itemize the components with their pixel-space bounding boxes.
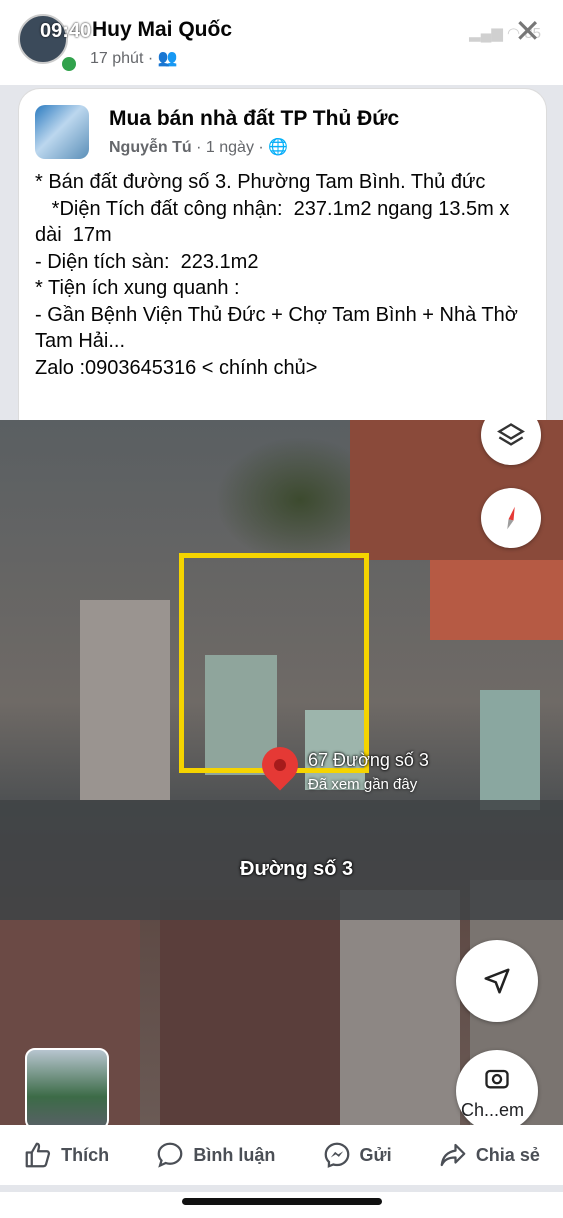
roof-shape xyxy=(160,900,340,1125)
camera-button-label: Ch...em xyxy=(461,1100,525,1120)
street-name-label: Đường số 3 xyxy=(240,858,354,880)
post-action-bar: Thích Bình luận Gửi Chia sẻ xyxy=(0,1125,563,1185)
compass-button[interactable] xyxy=(481,488,541,548)
roof-shape xyxy=(340,890,460,1125)
post-header: 09:40 Huy Mai Quốc 17 phút · 👥 ▂▄▆ ◠ 85 … xyxy=(0,0,563,85)
navigation-arrow-icon xyxy=(484,968,510,994)
dot-separator: · xyxy=(258,139,269,156)
group-avatar[interactable] xyxy=(35,105,89,159)
group-name[interactable]: Mua bán nhà đất TP Thủ Đức xyxy=(109,107,399,131)
status-bar-time: 09:40 xyxy=(40,20,92,42)
my-location-button[interactable] xyxy=(456,940,538,1022)
street-view-thumbnail[interactable] xyxy=(25,1048,109,1125)
shared-author-name[interactable]: Nguyễn Tú xyxy=(109,139,192,156)
author-name[interactable]: Huy Mai Quốc xyxy=(92,18,232,42)
post-meta: 17 phút · 👥 xyxy=(90,48,178,68)
shared-post-meta: Nguyễn Tú · 1 ngày · 🌐 xyxy=(109,137,288,157)
friends-audience-icon: 👥 xyxy=(157,50,178,67)
location-pin-center xyxy=(274,759,286,771)
land-plot-outline xyxy=(179,553,369,773)
like-button[interactable]: Thích xyxy=(23,1140,109,1170)
pin-address-label[interactable]: 67 Đường số 3 xyxy=(308,750,429,771)
signal-icon: ▂▄▆ xyxy=(469,25,503,42)
share-button[interactable]: Chia sẻ xyxy=(438,1140,540,1170)
send-label: Gửi xyxy=(359,1144,392,1165)
next-post-preview xyxy=(0,1192,563,1218)
shared-post-card[interactable]: Mua bán nhà đất TP Thủ Đức Nguyễn Tú · 1… xyxy=(18,88,547,429)
comment-label: Bình luận xyxy=(193,1144,276,1165)
dot-separator: · xyxy=(147,50,158,67)
compass-icon xyxy=(507,506,515,530)
roof-shape xyxy=(480,690,540,810)
camera-icon xyxy=(485,1069,509,1089)
pin-recent-label: Đã xem gần đây xyxy=(308,776,418,793)
home-indicator[interactable] xyxy=(182,1198,382,1205)
share-label: Chia sẻ xyxy=(475,1144,540,1165)
globe-icon: 🌐 xyxy=(268,139,289,156)
map-image[interactable]: 67 Đường số 3 Đã xem gần đây Đường số 3 … xyxy=(0,420,563,1125)
like-label: Thích xyxy=(61,1144,110,1165)
post-body-text: * Bán đất đường số 3. Phường Tam Bình. T… xyxy=(35,171,518,379)
roof-shape xyxy=(430,560,563,640)
comment-button[interactable]: Bình luận xyxy=(155,1140,275,1170)
messenger-icon xyxy=(324,1142,349,1168)
share-icon xyxy=(440,1143,466,1167)
like-icon xyxy=(25,1142,51,1168)
shared-post-time: 1 ngày xyxy=(205,139,254,156)
comment-icon xyxy=(157,1142,183,1168)
online-status-dot xyxy=(60,55,78,73)
dot-separator: · xyxy=(196,139,206,156)
send-button[interactable]: Gửi xyxy=(322,1140,392,1170)
close-icon[interactable]: ✕ xyxy=(514,12,541,50)
post-time: 17 phút xyxy=(90,50,144,67)
layers-icon xyxy=(497,423,525,446)
roof-shape xyxy=(80,600,170,800)
